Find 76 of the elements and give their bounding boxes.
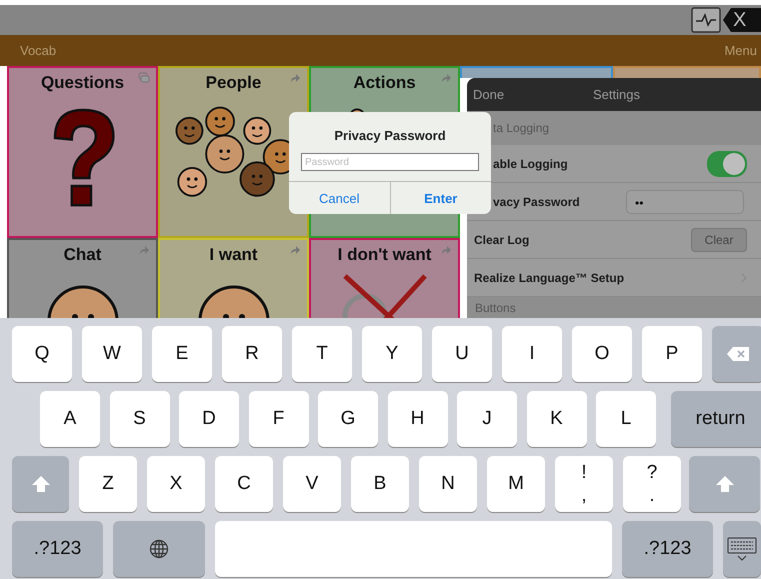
vocab-tile[interactable]: Chat xyxy=(7,238,158,318)
letter-key[interactable]: I xyxy=(502,326,562,382)
letter-key[interactable]: C xyxy=(215,456,273,512)
letter-key[interactable]: M xyxy=(487,456,545,512)
letter-key[interactable]: Z xyxy=(79,456,137,512)
letter-key[interactable]: K xyxy=(526,391,586,447)
tile-label: I want xyxy=(209,245,258,265)
letter-key[interactable]: Y xyxy=(362,326,422,382)
share-arrow-icon xyxy=(289,72,301,84)
share-arrow-icon xyxy=(440,244,452,256)
tile-label: Actions xyxy=(353,73,416,93)
share-arrow-icon xyxy=(138,244,150,256)
key-symbol: , xyxy=(581,486,587,505)
letter-key[interactable]: P xyxy=(642,326,702,382)
tile-label: I don't want xyxy=(338,245,432,265)
vocab-tile[interactable]: Questions xyxy=(7,66,158,238)
key-symbol: ! xyxy=(581,463,587,482)
letter-key[interactable]: L xyxy=(596,391,656,447)
letter-key[interactable]: B xyxy=(351,456,409,512)
letter-key[interactable]: V xyxy=(283,456,341,512)
done-button[interactable]: Done xyxy=(473,87,504,102)
letter-key[interactable]: O xyxy=(572,326,632,382)
letter-key[interactable]: D xyxy=(179,391,239,447)
vocab-tile[interactable]: I want xyxy=(158,238,309,318)
tile-label: Chat xyxy=(64,245,102,265)
letter-key[interactable]: S xyxy=(110,391,170,447)
letter-key[interactable]: R xyxy=(222,326,282,382)
punctuation-key[interactable]: ! , xyxy=(555,456,613,512)
letter-key[interactable]: F xyxy=(248,391,308,447)
section-header: Buttons xyxy=(475,301,516,315)
shift-arrow-icon xyxy=(716,476,734,492)
keyboard-icon xyxy=(727,537,757,561)
hide-keyboard-key[interactable] xyxy=(723,521,761,577)
tile-label: People xyxy=(206,73,262,93)
shift-arrow-icon xyxy=(32,476,50,492)
waveform-icon[interactable] xyxy=(691,7,721,33)
password-input[interactable]: Password xyxy=(301,153,479,171)
letter-key[interactable]: H xyxy=(388,391,448,447)
tile-label: Questions xyxy=(40,73,124,93)
numbers-key[interactable]: .?123 xyxy=(12,521,103,577)
letter-key[interactable]: J xyxy=(457,391,517,447)
share-arrow-icon xyxy=(289,244,301,256)
settings-title: Settings xyxy=(593,87,640,102)
letter-key[interactable]: X xyxy=(147,456,205,512)
setting-label: able Logging xyxy=(493,156,568,170)
vocab-tile[interactable]: I don't want xyxy=(309,238,460,318)
globe-key[interactable] xyxy=(113,521,205,577)
speech-bubbles-icon xyxy=(138,72,150,84)
logging-toggle[interactable] xyxy=(707,150,747,176)
letter-key[interactable]: T xyxy=(292,326,352,382)
setting-label: Realize Language™ Setup xyxy=(474,270,624,284)
letter-key[interactable]: Q xyxy=(12,326,72,382)
letter-key[interactable]: N xyxy=(419,456,477,512)
key-symbol: . xyxy=(649,486,655,505)
enter-button[interactable]: Enter xyxy=(390,182,491,214)
letter-key[interactable]: E xyxy=(152,326,212,382)
password-field[interactable]: •• xyxy=(626,190,744,214)
numbers-key[interactable]: .?123 xyxy=(622,521,713,577)
globe-icon xyxy=(149,539,169,559)
setting-label: Clear Log xyxy=(474,232,530,246)
section-header: ta Logging xyxy=(493,121,550,135)
setting-label: vacy Password xyxy=(493,194,580,208)
punctuation-key[interactable]: ? . xyxy=(623,456,681,512)
letter-key[interactable]: W xyxy=(82,326,142,382)
backspace-key[interactable] xyxy=(712,326,761,382)
return-key[interactable]: return xyxy=(670,391,761,447)
share-arrow-icon xyxy=(440,72,452,84)
clear-button[interactable]: X xyxy=(723,8,761,32)
letter-key[interactable]: U xyxy=(432,326,492,382)
shift-key[interactable] xyxy=(689,456,760,512)
letter-key[interactable]: G xyxy=(318,391,378,447)
key-symbol: ? xyxy=(646,463,658,482)
backspace-icon xyxy=(727,347,749,361)
shift-key[interactable] xyxy=(12,456,69,512)
letter-key[interactable]: A xyxy=(40,391,100,447)
dialog-title: Privacy Password xyxy=(334,128,446,143)
